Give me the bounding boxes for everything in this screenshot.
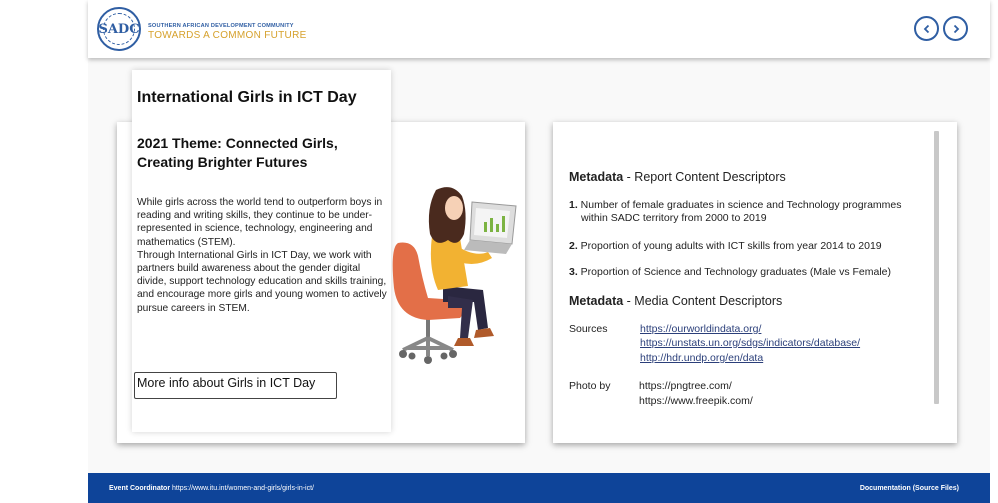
chevron-left-icon	[923, 24, 929, 33]
documentation-link[interactable]: Documentation (Source Files)	[860, 485, 959, 492]
org-tagline: TOWARDS A COMMON FUTURE	[148, 30, 307, 41]
footer-bar: Event Coordinator https://www.itu.int/wo…	[88, 473, 990, 503]
list-item: 1. Number of female graduates in science…	[569, 199, 902, 211]
theme-heading: 2021 Theme: Connected Girls, Creating Br…	[137, 135, 338, 170]
metadata-report-heading: Metadata - Report Content Descriptors	[569, 170, 786, 184]
source-link-ourworldindata[interactable]: https://ourworldindata.org/	[640, 323, 761, 335]
photo-credit-pngtree: https://pngtree.com/	[639, 380, 732, 392]
header-bar: SADC SOUTHERN AFRICAN DEVELOPMENT COMMUN…	[88, 0, 990, 58]
source-link-undp[interactable]: http://hdr.undp.org/en/data	[640, 352, 763, 364]
sadc-logo: SADC	[97, 7, 141, 51]
list-item: 3. Proportion of Science and Technology …	[569, 266, 891, 278]
list-item-continuation: within SADC territory from 2000 to 2019	[581, 212, 767, 224]
source-link-unstats[interactable]: https://unstats.un.org/sdgs/indicators/d…	[640, 337, 860, 349]
chevron-right-icon	[953, 24, 959, 33]
page-title: International Girls in ICT Day	[137, 89, 357, 106]
photo-by-label: Photo by	[569, 380, 611, 392]
logo-emblem: SADC	[98, 13, 140, 45]
girl-with-laptop-illustration	[392, 187, 517, 364]
list-item: 2. Proportion of young adults with ICT s…	[569, 240, 882, 252]
prev-page-button[interactable]	[914, 16, 939, 41]
sources-label: Sources	[569, 323, 608, 335]
org-name: SOUTHERN AFRICAN DEVELOPMENT COMMUNITY	[148, 23, 294, 29]
description-text: While girls across the world tend to out…	[137, 197, 387, 314]
photo-credit-freepik: https://www.freepik.com/	[639, 395, 753, 407]
next-page-button[interactable]	[943, 16, 968, 41]
event-coordinator-link[interactable]: Event Coordinator https://www.itu.int/wo…	[109, 485, 314, 492]
more-info-button[interactable]: More info about Girls in ICT Day	[134, 372, 337, 399]
metadata-media-heading: Metadata - Media Content Descriptors	[569, 294, 783, 308]
scrollbar[interactable]	[934, 131, 939, 404]
